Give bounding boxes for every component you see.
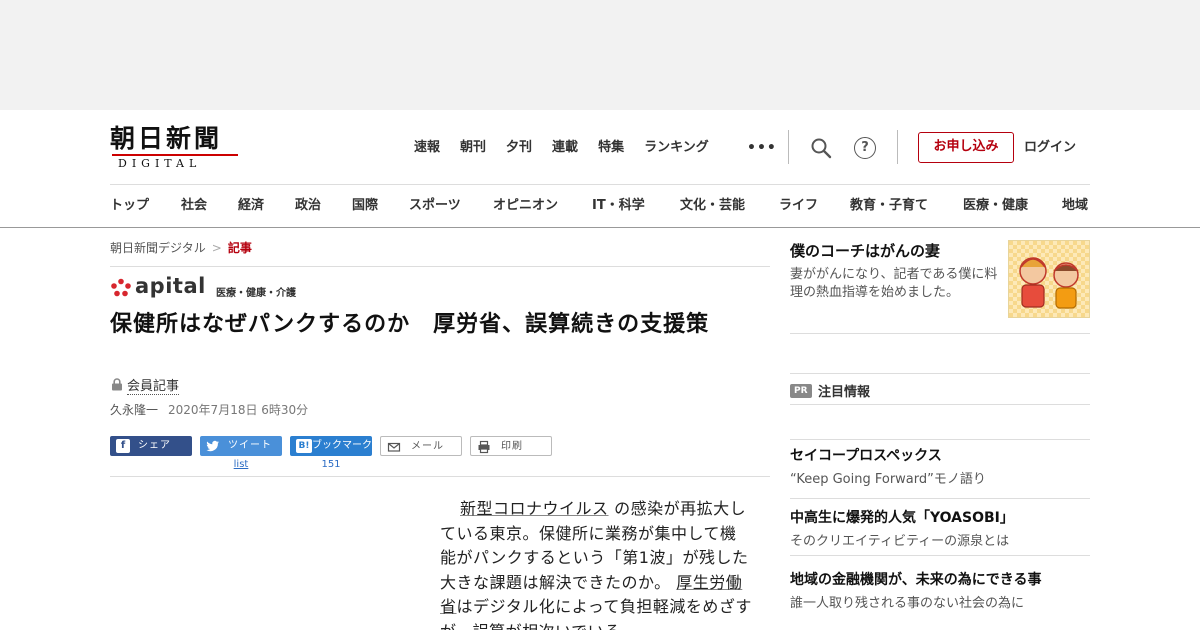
facebook-icon: f xyxy=(116,439,130,453)
logo-main: 朝日新聞 xyxy=(110,124,223,153)
twitter-share-label: ツイート xyxy=(228,440,272,451)
facebook-share-label: シェア xyxy=(138,440,171,451)
cat-life[interactable]: ライフ xyxy=(779,196,818,216)
ad-item-description[interactable]: そのクリエイティビティーの源泉とは xyxy=(790,530,1009,549)
facebook-share-button[interactable]: f シェア xyxy=(110,436,192,456)
cat-society[interactable]: 社会 xyxy=(181,196,207,216)
article-body: 新型コロナウイルス の感染が再拡大している東京。保健所に業務が集中して機能がパン… xyxy=(440,497,752,630)
promo-illustration[interactable] xyxy=(1008,240,1090,318)
promo-description[interactable]: 妻ががんになり、記者である僕に料理の熱血指導を始めました。 xyxy=(790,266,1002,302)
hatena-bookmark-button[interactable]: B! ブックマーク xyxy=(290,436,372,456)
apital-subtitle: 医療・健康・介護 xyxy=(216,288,296,299)
print-label: 印刷 xyxy=(501,441,523,452)
ad-item-description[interactable]: “Keep Going Forward”モノ語り xyxy=(790,468,986,487)
twitter-count[interactable]: list xyxy=(200,459,282,470)
cat-education[interactable]: 教育・子育て xyxy=(850,196,928,216)
more-menu-button[interactable]: ••• xyxy=(747,140,777,156)
header-divider xyxy=(897,130,898,164)
mail-icon xyxy=(387,442,401,452)
logo-rule xyxy=(112,154,238,156)
cat-health[interactable]: 医療・健康 xyxy=(963,196,1028,216)
byline: 久永隆一 2020年7月18日 6時30分 xyxy=(110,402,308,418)
nav-ranking[interactable]: ランキング xyxy=(644,138,709,158)
cat-culture[interactable]: 文化・芸能 xyxy=(680,196,745,216)
sidebar: 僕のコーチはがんの妻 妻ががんになり、記者である僕に料理の熱血指導を始めました。… xyxy=(790,228,1090,630)
cat-economy[interactable]: 経済 xyxy=(238,196,264,216)
logo-sub: DIGITAL xyxy=(118,157,202,170)
mail-share-label: メール xyxy=(411,441,444,452)
cat-top[interactable]: トップ xyxy=(110,196,149,216)
twitter-share-button[interactable]: ツイート xyxy=(200,436,282,456)
ad-item-title[interactable]: 中高生に爆発的人気「YOASOBI」 xyxy=(790,507,1014,527)
breadcrumb-separator: > xyxy=(211,241,222,255)
apital-brand[interactable]: apital 医療・健康・介護 xyxy=(110,274,330,300)
cat-opinion[interactable]: オピニオン xyxy=(493,196,558,216)
apital-wordmark: apital xyxy=(135,274,206,298)
printer-icon xyxy=(478,440,490,454)
sidebar-rule xyxy=(790,333,1090,334)
ad-item-description[interactable]: 誰一人取り残される事のない社会の為に xyxy=(790,592,1024,611)
author-name: 久永隆一 xyxy=(110,403,159,417)
nav-sokuhou[interactable]: 速報 xyxy=(414,138,440,158)
sidebar-rule xyxy=(790,555,1090,556)
nav-yuukan[interactable]: 夕刊 xyxy=(506,138,532,158)
breadcrumb: 朝日新聞デジタル > 記事 xyxy=(110,240,252,256)
header-rule xyxy=(110,184,1090,185)
twitter-bird-icon xyxy=(206,440,219,452)
ad-banner-area xyxy=(0,0,1200,110)
article-headline: 保健所はなぜパンクするのか 厚労省、誤算続きの支援策 xyxy=(110,312,710,337)
nav-rensai[interactable]: 連載 xyxy=(552,138,578,158)
publish-date: 2020年7月18日 6時30分 xyxy=(168,403,309,417)
hatena-count[interactable]: 151 xyxy=(290,459,372,470)
pr-section-title: 注目情報 xyxy=(818,385,871,400)
member-article-label[interactable]: 会員記事 xyxy=(111,378,180,396)
breadcrumb-rule xyxy=(110,266,770,267)
subscribe-button[interactable]: お申し込み xyxy=(918,132,1014,163)
nav-choukan[interactable]: 朝刊 xyxy=(460,138,486,158)
sidebar-rule xyxy=(790,404,1090,405)
site-header: 朝日新聞 DIGITAL 速報 朝刊 夕刊 連載 特集 ランキング ••• ? … xyxy=(0,110,1200,228)
promo-title[interactable]: 僕のコーチはがんの妻 xyxy=(790,240,940,261)
cat-it-science[interactable]: IT・科学 xyxy=(592,196,645,216)
illustration-couple-icon xyxy=(1009,241,1089,317)
member-article-text: 会員記事 xyxy=(127,379,180,395)
breadcrumb-current: 記事 xyxy=(227,241,252,255)
sidebar-rule xyxy=(790,498,1090,499)
login-link[interactable]: ログイン xyxy=(1024,139,1076,157)
sidebar-rule xyxy=(790,439,1090,440)
lock-icon xyxy=(112,378,122,391)
hatena-b-icon: B! xyxy=(296,439,312,453)
hatena-bookmark-label: ブックマーク xyxy=(312,440,372,451)
cat-politics[interactable]: 政治 xyxy=(295,196,321,216)
breadcrumb-home[interactable]: 朝日新聞デジタル xyxy=(110,241,206,255)
help-icon[interactable]: ? xyxy=(854,137,876,159)
body-paragraph-2: はデジタル化によって負担軽減をめざすが、誤算が相次いでいる。 xyxy=(440,597,752,630)
cat-sports[interactable]: スポーツ xyxy=(409,196,461,216)
apital-logo-icon xyxy=(111,278,131,297)
category-nav: トップ 社会 経済 政治 国際 スポーツ オピニオン IT・科学 文化・芸能 ラ… xyxy=(110,196,1100,216)
body-link-coronavirus[interactable]: 新型コロナウイルス xyxy=(460,499,609,518)
mail-share-button[interactable]: メール xyxy=(380,436,462,456)
ad-item-title[interactable]: 地域の金融機関が、未来の為にできる事 xyxy=(790,569,1041,589)
header-divider xyxy=(788,130,789,164)
top-nav: 速報 朝刊 夕刊 連載 特集 ランキング xyxy=(414,138,729,158)
ad-item-title[interactable]: セイコープロスペックス xyxy=(790,445,942,465)
cat-region[interactable]: 地域 xyxy=(1062,196,1088,216)
cat-international[interactable]: 国際 xyxy=(352,196,378,216)
nav-tokushu[interactable]: 特集 xyxy=(598,138,624,158)
search-icon[interactable] xyxy=(810,137,832,159)
sidebar-rule xyxy=(790,373,1090,374)
share-rule xyxy=(110,476,770,477)
pr-badge: PR xyxy=(790,384,812,398)
site-logo[interactable]: 朝日新聞 DIGITAL xyxy=(110,124,242,170)
share-bar: f シェア ツイート B! ブックマーク メール 印刷 list 151 xyxy=(110,436,560,472)
print-button[interactable]: 印刷 xyxy=(470,436,552,456)
